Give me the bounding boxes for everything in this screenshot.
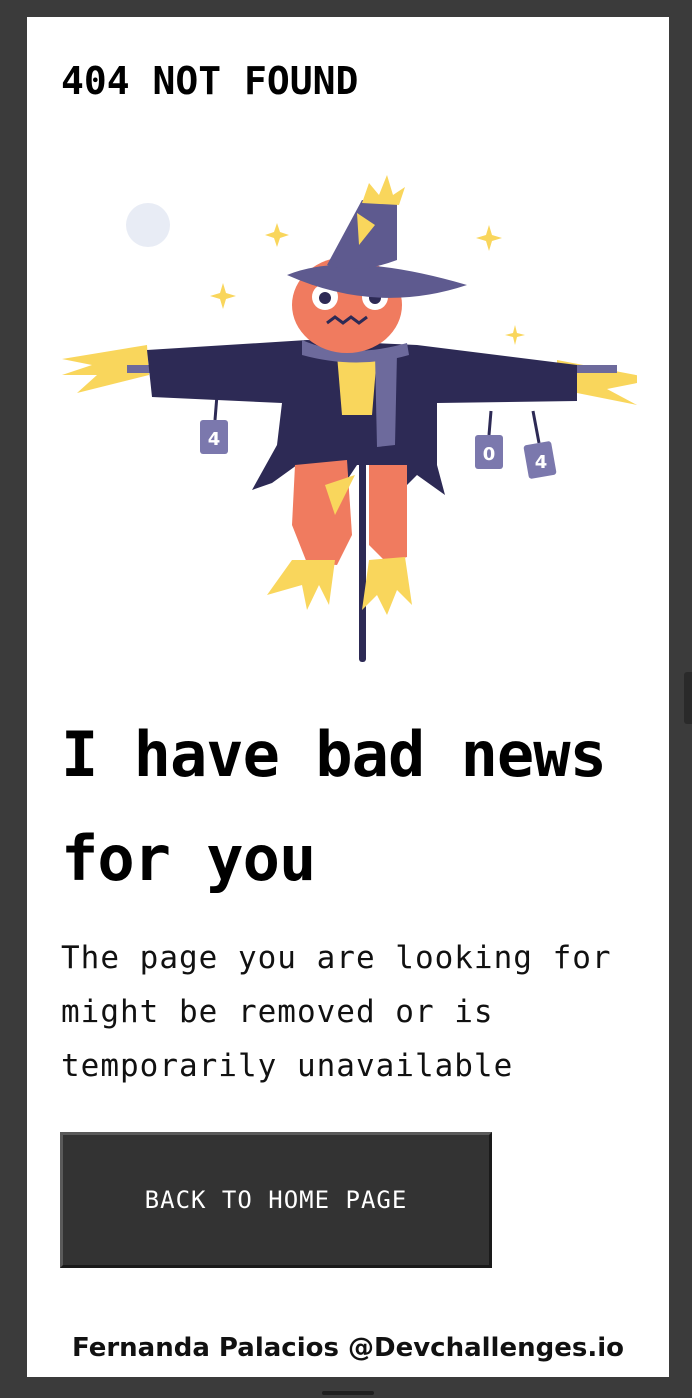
moon-icon <box>126 203 170 247</box>
can-digit: 0 <box>483 444 496 465</box>
page-headline: I have bad news for you <box>61 718 607 895</box>
can-digit: 4 <box>208 429 221 450</box>
home-indicator <box>322 1391 374 1395</box>
scarecrow-illustration: 4 0 4 <box>62 175 637 662</box>
footer-credit: Fernanda Palacios @Devchallenges.io <box>72 1333 624 1363</box>
page-description: The page you are looking for might be re… <box>61 940 612 1084</box>
screen: 404 NOT FOUND 4 0 4 I have bad news for … <box>27 17 669 1377</box>
brand-logo[interactable]: 404 NOT FOUND <box>61 59 358 103</box>
can-digit: 4 <box>535 452 548 473</box>
back-to-home-button[interactable]: BACK TO HOME PAGE <box>60 1132 492 1268</box>
device-side-button <box>684 672 692 724</box>
device-frame: 404 NOT FOUND 4 0 4 I have bad news for … <box>0 0 692 1398</box>
